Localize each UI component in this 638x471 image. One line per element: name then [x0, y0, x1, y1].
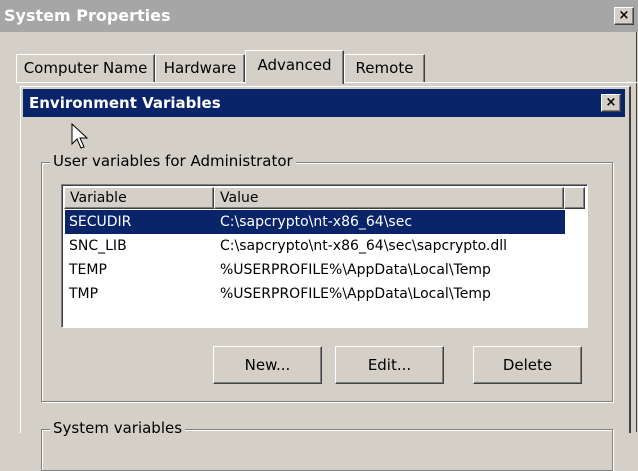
tab-hardware[interactable]: Hardware	[155, 54, 245, 82]
variable-name: TMP	[69, 286, 99, 302]
variable-value: %USERPROFILE%\AppData\Local\Temp	[220, 262, 491, 278]
column-header-filler	[564, 187, 585, 209]
user-variables-list[interactable]: Variable Value SECUDIR C:\sapcrypto\nt-x…	[61, 184, 588, 328]
outer-close-button[interactable]: ×	[614, 7, 634, 25]
outer-title-bar: System Properties ×	[0, 0, 638, 32]
outer-window-title: System Properties	[4, 6, 171, 25]
variable-name: TEMP	[69, 262, 107, 278]
column-header-value[interactable]: Value	[214, 187, 564, 209]
system-variables-label: System variables	[50, 419, 186, 437]
environment-variables-dialog: Environment Variables × User variables f…	[20, 86, 631, 471]
close-icon: ×	[605, 95, 617, 110]
list-header: Variable Value	[64, 187, 585, 209]
tab-label: Computer Name	[23, 59, 148, 77]
dialog-title-bar: Environment Variables ×	[23, 89, 625, 117]
variable-name: SECUDIR	[69, 214, 132, 230]
table-row[interactable]: TMP %USERPROFILE%\AppData\Local\Temp	[65, 282, 565, 306]
tab-label: Remote	[355, 59, 414, 77]
variable-value: %USERPROFILE%\AppData\Local\Temp	[220, 286, 491, 302]
tab-label: Hardware	[163, 59, 237, 77]
tab-advanced[interactable]: Advanced	[245, 50, 344, 84]
edit-button[interactable]: Edit...	[335, 346, 444, 384]
variable-value: C:\sapcrypto\nt-x86_64\sec	[220, 214, 413, 230]
column-header-variable[interactable]: Variable	[64, 187, 214, 209]
table-row[interactable]: SECUDIR C:\sapcrypto\nt-x86_64\sec	[65, 210, 565, 234]
table-row[interactable]: SNC_LIB C:\sapcrypto\nt-x86_64\sec\sapcr…	[65, 234, 565, 258]
user-variables-label: User variables for Administrator	[50, 152, 296, 170]
tab-strip: Computer Name Hardware Advanced Remote	[0, 46, 638, 86]
new-button[interactable]: New...	[213, 346, 322, 384]
variable-name: SNC_LIB	[69, 238, 127, 254]
table-row[interactable]: TEMP %USERPROFILE%\AppData\Local\Temp	[65, 258, 565, 282]
close-icon: ×	[618, 8, 630, 23]
tab-computer-name[interactable]: Computer Name	[16, 54, 155, 82]
tab-label: Advanced	[257, 56, 332, 74]
dialog-title: Environment Variables	[29, 94, 221, 112]
variable-value: C:\sapcrypto\nt-x86_64\sec\sapcrypto.dll	[220, 238, 508, 254]
arrow-cursor-icon	[71, 123, 89, 149]
dialog-close-button[interactable]: ×	[601, 94, 621, 112]
tab-remote[interactable]: Remote	[344, 54, 425, 82]
delete-button[interactable]: Delete	[473, 346, 582, 384]
